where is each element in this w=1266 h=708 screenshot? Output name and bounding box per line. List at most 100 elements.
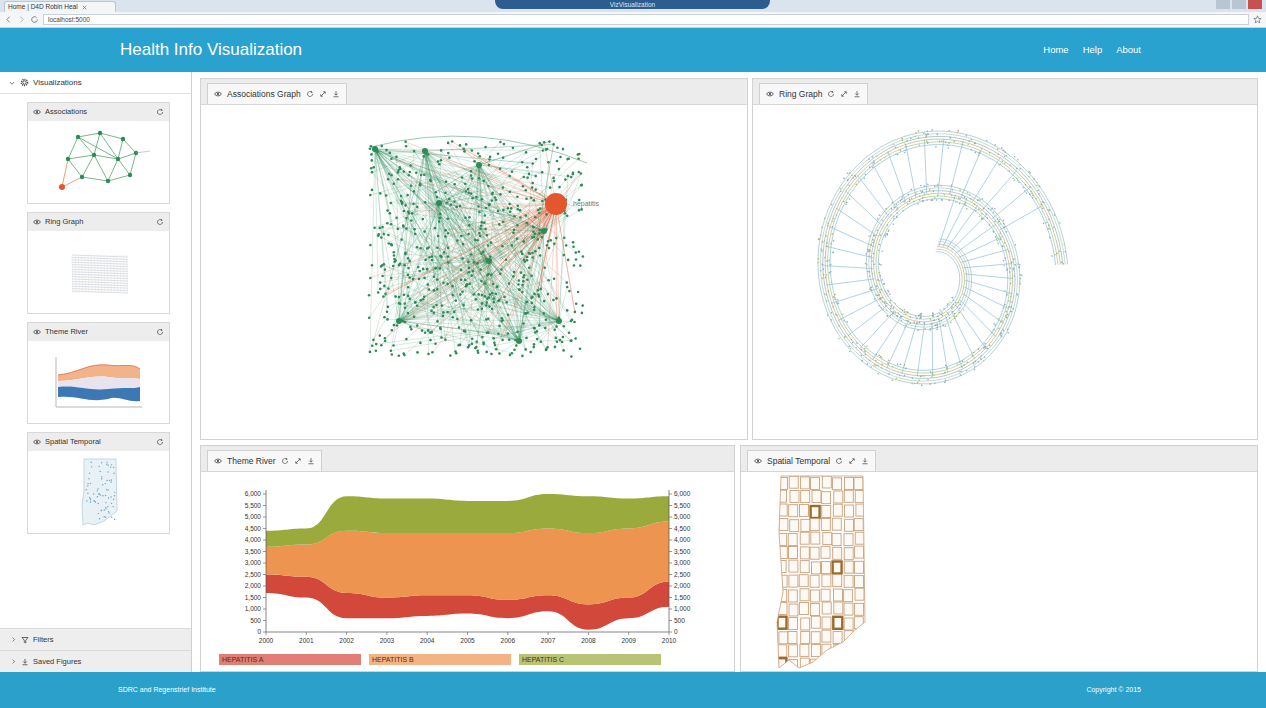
refresh-icon[interactable] [306, 90, 314, 98]
theme-river-chart[interactable]: 005005001,0001,0001,5001,5002,0002,0002,… [201, 472, 734, 654]
sidebar-section[interactable]: Filters [0, 628, 191, 650]
visualization-card[interactable]: Ring Graph [27, 212, 170, 314]
nav-link[interactable]: Home [1043, 43, 1068, 57]
forward-icon[interactable] [17, 15, 26, 24]
refresh-icon[interactable] [156, 438, 164, 446]
x-tick-label: 2009 [621, 637, 636, 644]
gear-icon [20, 78, 29, 87]
card-thumbnail[interactable] [28, 341, 169, 423]
eye-icon [766, 90, 774, 98]
download-icon[interactable] [332, 90, 340, 98]
card-thumbnail[interactable] [28, 231, 169, 313]
x-tick-label: 2001 [299, 637, 314, 644]
panel-title: Theme River [227, 455, 276, 468]
eye-icon [214, 457, 222, 465]
panel-tab[interactable]: Ring Graph [759, 83, 868, 104]
card-thumbnail[interactable] [28, 121, 169, 203]
browser-tab[interactable]: Home | D4D Robin Heal [4, 1, 116, 12]
eye-icon [754, 457, 762, 465]
close-window-icon[interactable] [1248, 0, 1262, 9]
county-map[interactable] [741, 472, 1257, 671]
nav-link[interactable]: Help [1083, 43, 1103, 57]
associations-graph[interactable]: hepatitis [201, 105, 747, 439]
download-icon[interactable] [21, 658, 29, 666]
x-tick-label: 2000 [259, 637, 274, 644]
river-band[interactable] [266, 494, 669, 547]
x-tick-label: 2007 [541, 637, 556, 644]
eye-icon [33, 328, 41, 336]
y-tick-label: 6,000 [674, 490, 691, 497]
y-tick-label: 1,500 [674, 594, 691, 601]
sidebar-section[interactable]: Saved Figures [0, 650, 191, 672]
panel-tab[interactable]: Associations Graph [207, 83, 347, 104]
card-title: Associations [45, 106, 87, 117]
maximize-icon[interactable] [1232, 0, 1246, 9]
y-tick-label: 2,500 [674, 571, 691, 578]
app-footer: SDRC and Regenstrief InstituteCopyright … [0, 672, 1266, 708]
chevron-icon[interactable] [10, 658, 17, 665]
ring-graph[interactable] [753, 105, 1257, 439]
y-tick-label: 0 [257, 628, 261, 635]
x-tick-label: 2008 [581, 637, 596, 644]
chevron-icon[interactable] [8, 79, 16, 87]
nav-link[interactable]: About [1116, 43, 1141, 57]
panel-title: Ring Graph [779, 88, 822, 101]
refresh-icon[interactable] [281, 457, 289, 465]
visualization-card[interactable]: Spatial Temporal [27, 432, 170, 534]
y-tick-label: 3,000 [674, 559, 691, 566]
y-tick-label: 1,000 [674, 605, 691, 612]
y-tick-label: 2,000 [674, 582, 691, 589]
footer-credit: SDRC and Regenstrief Institute [118, 685, 216, 696]
chevron-icon[interactable] [10, 636, 17, 643]
panel-tab[interactable]: Theme River [207, 450, 322, 471]
ring-panel: Ring Graph [752, 78, 1258, 440]
visualization-card[interactable]: Theme River [27, 322, 170, 424]
expand-icon[interactable] [840, 90, 848, 98]
section-label: Saved Figures [33, 656, 81, 667]
x-tick-label: 2004 [420, 637, 435, 644]
section-label: Filters [33, 634, 53, 645]
refresh-icon[interactable] [156, 328, 164, 336]
x-tick-label: 2010 [662, 637, 677, 644]
card-thumbnail[interactable] [28, 451, 169, 533]
sidebar-title: Visualizations [33, 77, 82, 89]
card-title: Theme River [45, 326, 88, 337]
reload-icon[interactable] [30, 15, 39, 24]
refresh-icon[interactable] [156, 108, 164, 116]
x-tick-label: 2006 [501, 637, 516, 644]
y-tick-label: 1,000 [245, 605, 262, 612]
back-icon[interactable] [4, 15, 13, 24]
x-tick-label: 2005 [460, 637, 475, 644]
y-tick-label: 2,000 [245, 582, 262, 589]
download-icon[interactable] [853, 90, 861, 98]
legend-label: HEPATITIS A [222, 656, 263, 663]
tab-title: Home | D4D Robin Heal [8, 2, 78, 12]
download-icon[interactable] [861, 457, 869, 465]
highlighted-node[interactable] [545, 193, 567, 215]
expand-icon[interactable] [319, 90, 327, 98]
refresh-icon[interactable] [827, 90, 835, 98]
y-tick-label: 500 [674, 617, 685, 624]
card-title: Ring Graph [45, 216, 83, 227]
browser-chrome: Home | D4D Robin Heal VizVisualization loc… [0, 0, 1266, 28]
sidebar: Visualizations Associations Ring Graph Them… [0, 72, 192, 672]
refresh-icon[interactable] [835, 457, 843, 465]
expand-icon[interactable] [294, 457, 302, 465]
address-bar[interactable]: localhost:5000 [43, 14, 1249, 25]
visualization-card[interactable]: Associations [27, 102, 170, 204]
download-icon[interactable] [307, 457, 315, 465]
panel-tab[interactable]: Spatial Temporal [747, 450, 876, 471]
y-tick-label: 3,500 [674, 548, 691, 555]
legend-item[interactable]: HEPATITIS B [369, 654, 511, 665]
close-icon[interactable] [81, 4, 88, 11]
legend-item[interactable]: HEPATITIS C [519, 654, 661, 665]
legend-item[interactable]: HEPATITIS A [219, 654, 361, 665]
refresh-icon[interactable] [156, 218, 164, 226]
address-text: localhost:5000 [48, 16, 90, 23]
panel-title: Associations Graph [227, 88, 301, 101]
expand-icon[interactable] [848, 457, 856, 465]
window-title: VizVisualization [495, 0, 770, 9]
minimize-icon[interactable] [1216, 0, 1230, 9]
star-icon[interactable] [1253, 15, 1262, 24]
y-tick-label: 4,500 [245, 525, 262, 532]
